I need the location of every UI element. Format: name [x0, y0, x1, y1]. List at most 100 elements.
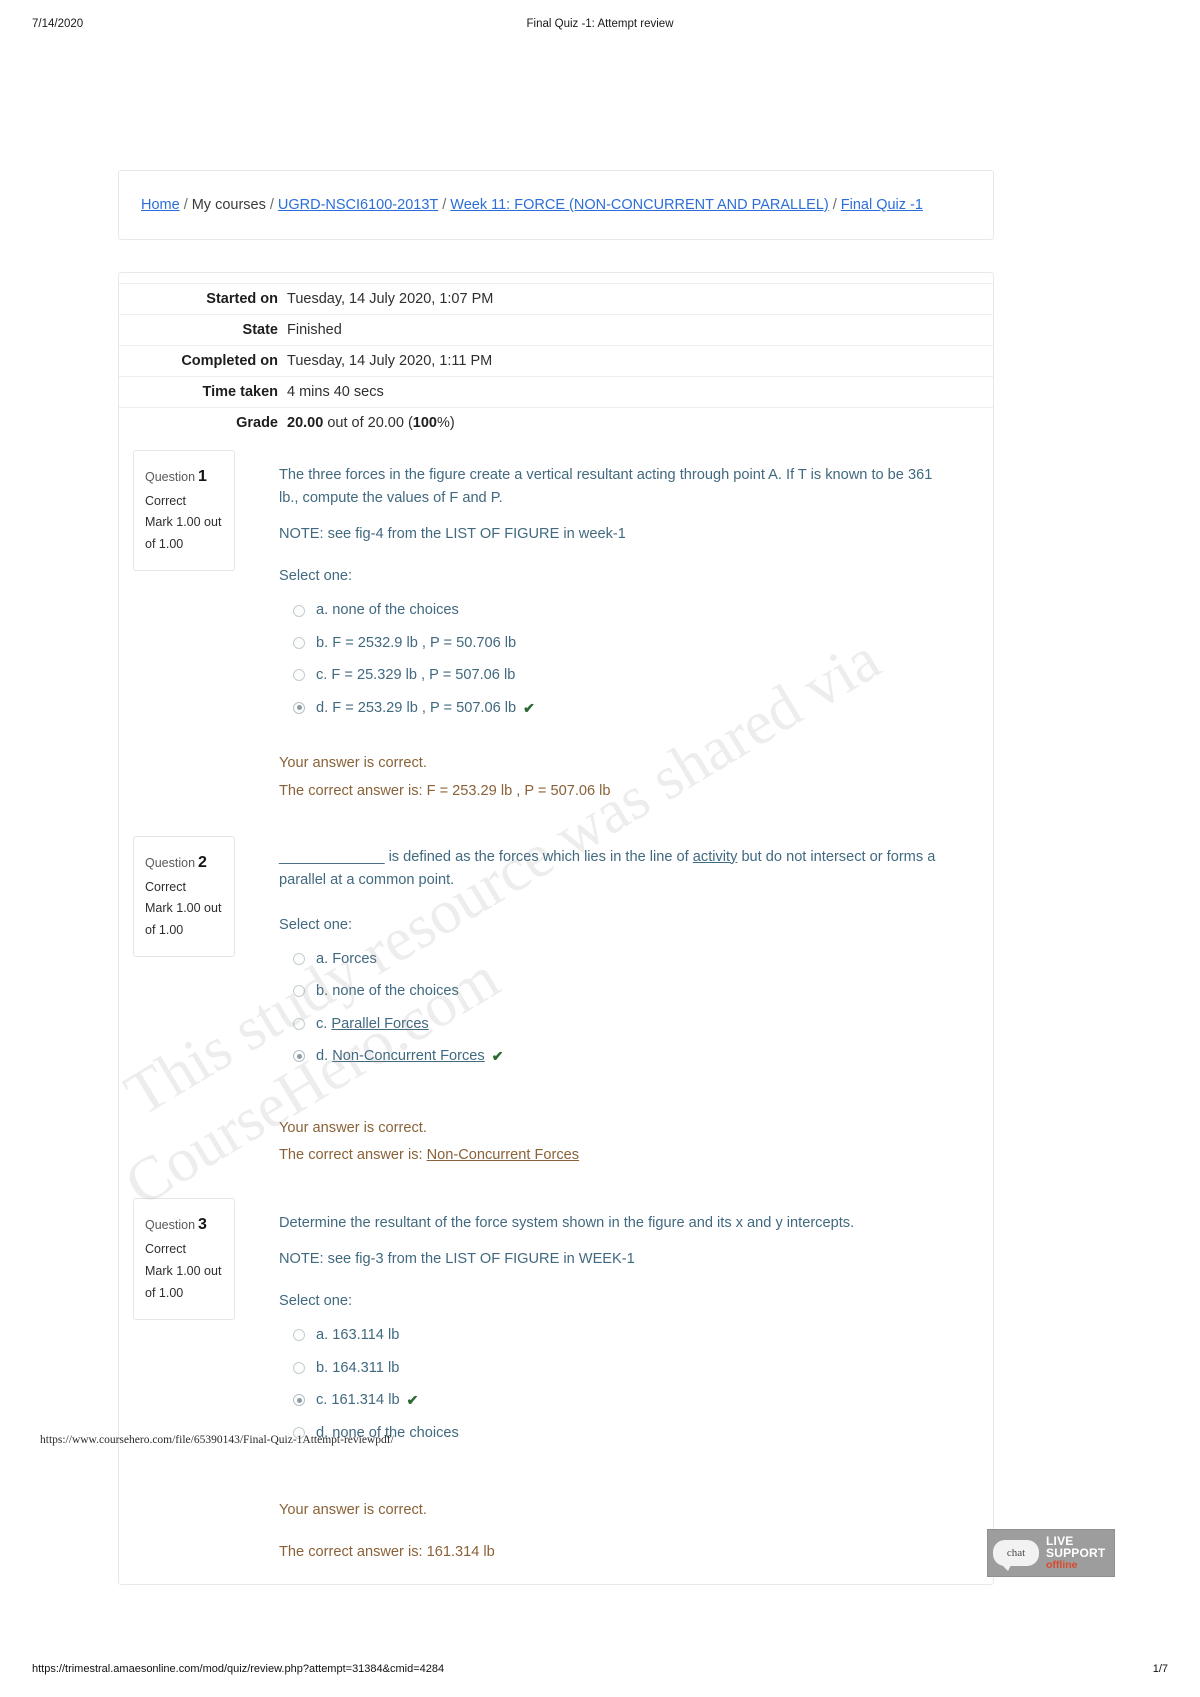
breadcrumb-separator: /: [269, 197, 274, 213]
page-content: Home / My courses / UGRD-NSCI6100-2013T / Week…: [118, 170, 994, 1586]
question-label: Question: [145, 469, 196, 484]
radio-button-c[interactable]: [293, 1394, 305, 1407]
question-mark: Mark 1.00 out of 1.00: [145, 515, 222, 552]
live-support-chat-widget[interactable]: chat LIVE SUPPORT offline: [987, 1529, 1115, 1577]
summary-value-time-taken: 4 mins 40 secs: [287, 383, 384, 400]
answer-list-2: a. Forces b. none of the choices c. Para…: [279, 943, 979, 1073]
breadcrumb-item-quiz[interactable]: Final Quiz -1: [841, 197, 923, 213]
breadcrumb: Home / My courses / UGRD-NSCI6100-2013T / Week…: [141, 198, 971, 213]
breadcrumb-separator: /: [442, 197, 447, 213]
answer-option-a[interactable]: a. Forces: [279, 943, 979, 975]
radio-button-d[interactable]: [293, 701, 305, 714]
answer-label-d: d. Non-Concurrent Forces: [316, 1046, 485, 1066]
question-info-2: Question 2 Correct Mark 1.00 out of 1.00: [133, 835, 235, 958]
answer-option-d[interactable]: d. none of the choices: [279, 1417, 979, 1449]
breadcrumb-item-my-courses: My courses: [191, 197, 266, 213]
answer-label-c: c. F = 25.329 lb , P = 507.06 lb: [316, 667, 516, 684]
answer-list-3: a. 163.114 lb b. 164.311 lb c. 161.314 l…: [279, 1319, 979, 1449]
radio-button-d[interactable]: [293, 1426, 305, 1439]
correct-check-icon: ✔: [491, 1048, 504, 1065]
answer-option-c[interactable]: c. 161.314 lb ✔: [279, 1384, 979, 1416]
radio-button-c[interactable]: [293, 669, 305, 682]
question-number: 3: [198, 1215, 207, 1233]
attempt-review-card: Started on Tuesday, 14 July 2020, 1:07 P…: [118, 271, 994, 1586]
summary-value-grade: 20.00 out of 20.00 (100%): [287, 407, 993, 438]
answer-value-d: Non-Concurrent Forces: [332, 1048, 485, 1065]
question-text-underlined: activity: [692, 848, 738, 865]
breadcrumb-item-home[interactable]: Home: [141, 197, 180, 213]
answer-label-a: a. Forces: [316, 950, 377, 967]
summary-label-time-taken: Time taken: [202, 383, 279, 400]
feedback-answer-value: 161.314 lb: [426, 1543, 495, 1560]
radio-button-c[interactable]: [293, 1017, 305, 1030]
summary-value-state: Finished: [287, 321, 342, 338]
question-number-line: Question 3: [145, 1211, 223, 1239]
radio-button-b[interactable]: [293, 637, 305, 650]
answer-option-c[interactable]: c. F = 25.329 lb , P = 507.06 lb: [279, 659, 979, 691]
answer-option-d[interactable]: d. Non-Concurrent Forces ✔: [279, 1040, 979, 1072]
table-row: Completed on Tuesday, 14 July 2020, 1:11…: [119, 345, 993, 376]
footer-url: https://trimestral.amaesonline.com/mod/q…: [32, 1663, 445, 1675]
question-note: NOTE: see fig-4 from the LIST OF FIGURE …: [279, 525, 626, 542]
question-text-pre: _____________ is defined as the forces w…: [279, 848, 693, 865]
correct-check-icon: ✔: [406, 1392, 419, 1409]
question-state: Correct: [145, 1241, 186, 1256]
question-info-1: Question 1 Correct Mark 1.00 out of 1.00: [133, 449, 235, 572]
breadcrumb-item-course[interactable]: UGRD-NSCI6100-2013T: [278, 197, 438, 213]
answer-option-b[interactable]: b. 164.311 lb: [279, 1352, 979, 1384]
chat-widget-text: LIVE SUPPORT offline: [1046, 1535, 1105, 1571]
answer-option-d[interactable]: d. F = 253.29 lb , P = 507.06 lb ✔: [279, 692, 979, 724]
question-note: NOTE: see fig-3 from the LIST OF FIGURE …: [279, 1250, 635, 1267]
question-text: Determine the resultant of the force sys…: [279, 1214, 855, 1231]
question-body-1: The three forces in the figure create a …: [235, 450, 979, 806]
print-header: 7/14/2020 Final Quiz -1: Attempt review: [0, 18, 1200, 34]
summary-value-completed-on: Tuesday, 14 July 2020, 1:11 PM: [287, 352, 493, 369]
question-info-3: Question 3 Correct Mark 1.00 out of 1.00: [133, 1197, 235, 1320]
radio-button-b[interactable]: [293, 1361, 305, 1374]
answer-option-b[interactable]: b. none of the choices: [279, 975, 979, 1007]
summary-label-completed-on: Completed on: [181, 352, 278, 369]
question-state: Correct: [145, 493, 186, 508]
answer-label-a: a. none of the choices: [316, 602, 459, 619]
answer-option-a[interactable]: a. none of the choices: [279, 594, 979, 626]
question-state: Correct: [145, 879, 186, 894]
feedback-result: Your answer is correct.: [279, 1119, 427, 1136]
answer-letter-d: d.: [316, 1048, 333, 1065]
answer-label-b: b. 164.311 lb: [316, 1359, 400, 1376]
grade-percent: 100: [412, 414, 437, 431]
radio-button-a[interactable]: [293, 604, 305, 617]
radio-button-a[interactable]: [293, 953, 305, 966]
question-feedback-2: Your answer is correct. The correct answ…: [279, 1115, 979, 1170]
question-text: The three forces in the figure create a …: [279, 466, 933, 507]
question-block-1: Question 1 Correct Mark 1.00 out of 1.00 …: [119, 449, 993, 806]
summary-label-started-on: Started on: [206, 290, 278, 307]
question-mark: Mark 1.00 out of 1.00: [145, 1263, 222, 1300]
answer-label-c: c. Parallel Forces: [316, 1014, 429, 1034]
grade-score: 20.00: [287, 414, 324, 431]
attempt-summary-table: Started on Tuesday, 14 July 2020, 1:07 P…: [119, 283, 993, 438]
answer-list-1: a. none of the choices b. F = 2532.9 lb …: [279, 594, 979, 724]
feedback-prefix: The correct answer is:: [279, 1543, 427, 1560]
question-number-line: Question 2: [145, 849, 223, 877]
question-block-3: Question 3 Correct Mark 1.00 out of 1.00 …: [119, 1197, 993, 1566]
breadcrumb-item-week[interactable]: Week 11: FORCE (NON-CONCURRENT AND PARAL…: [450, 197, 828, 213]
table-row: Time taken 4 mins 40 secs: [119, 376, 993, 407]
feedback-correct-answer: The correct answer is: Non-Concurrent Fo…: [279, 1142, 979, 1170]
radio-button-d[interactable]: [293, 1050, 305, 1063]
table-row: Grade 20.00 out of 20.00 (100%): [119, 407, 993, 438]
question-number: 2: [198, 853, 207, 871]
question-label: Question: [145, 855, 196, 870]
answer-option-a[interactable]: a. 163.114 lb: [279, 1319, 979, 1351]
answer-letter-c: c.: [316, 1015, 332, 1032]
summary-value-started-on: Tuesday, 14 July 2020, 1:07 PM: [287, 290, 494, 307]
answer-option-c[interactable]: c. Parallel Forces: [279, 1008, 979, 1040]
breadcrumb-separator: /: [183, 197, 188, 213]
answer-prompt: Select one:: [279, 916, 353, 933]
radio-button-a[interactable]: [293, 1329, 305, 1342]
radio-button-b[interactable]: [293, 985, 305, 998]
chat-bubble-icon[interactable]: chat: [993, 1540, 1039, 1571]
question-number-line: Question 1: [145, 463, 223, 491]
question-label: Question: [145, 1217, 196, 1232]
answer-label-c: c. 161.314 lb: [316, 1392, 400, 1409]
answer-option-b[interactable]: b. F = 2532.9 lb , P = 50.706 lb: [279, 627, 979, 659]
